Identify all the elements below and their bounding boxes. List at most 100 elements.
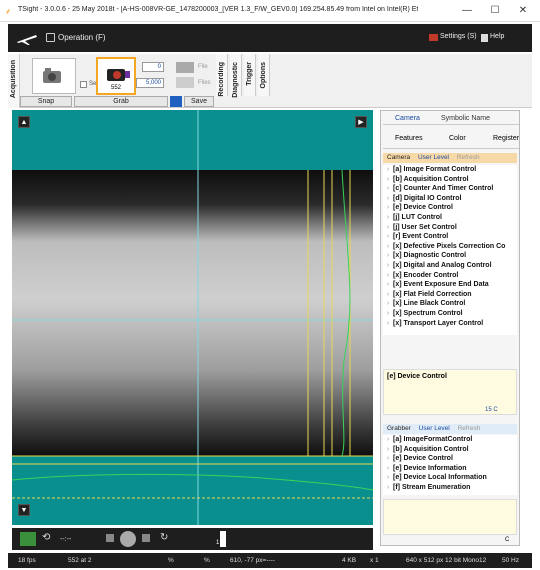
files-button[interactable] <box>176 77 194 88</box>
tree-item[interactable]: › [x] Event Exposure End Data <box>383 280 517 290</box>
user-level[interactable]: User Level <box>418 154 449 161</box>
window-title: TSight - 3.0.0.6 - 25 May 2018t - [A-HS-… <box>18 6 418 13</box>
save-button[interactable]: Save <box>184 96 214 107</box>
spin-top[interactable]: 0 <box>142 62 164 72</box>
grabber-user-level[interactable]: User Level <box>419 425 450 432</box>
tree-item[interactable]: › [x] Line Black Control <box>383 299 517 309</box>
tree-item[interactable]: › [x] Defective Pixels Correction Co <box>383 242 517 252</box>
file-label: File <box>198 64 208 70</box>
tree-item[interactable]: › [e] Device Local Information <box>383 473 517 483</box>
fps: 18 fps <box>18 557 36 564</box>
tree-item[interactable]: › [a] ImageFormatControl <box>383 435 517 445</box>
save-icon <box>170 96 182 107</box>
tree-item[interactable]: › [f] Stream Enumeration <box>383 483 517 493</box>
acquisition-toolbar: Acquisition Sec 552 0 5,000 File Files R… <box>8 54 532 108</box>
tree-item[interactable]: › [j] LUT Control <box>383 213 517 223</box>
tree-item[interactable]: › [b] Acquisition Control <box>383 175 517 185</box>
grabber-feature-tree: › [a] ImageFormatControl › [b] Acquisition… <box>383 435 517 495</box>
grabber-description-box <box>383 499 517 535</box>
settings-menu[interactable]: Settings (S) <box>440 33 477 40</box>
coords: 610, -77 px=---- <box>230 557 275 564</box>
operation-icon <box>46 33 55 42</box>
snap-button[interactable]: Snap <box>20 96 72 107</box>
slider-value: 1 <box>216 540 220 546</box>
tree-item[interactable]: › [d] Digital IO Control <box>383 194 517 204</box>
percent-1: % <box>168 557 174 564</box>
spin-bottom[interactable]: 5,000 <box>136 78 164 88</box>
tree-item[interactable]: › [x] Encoder Control <box>383 271 517 281</box>
tree-item[interactable]: › [e] Device Control <box>383 454 517 464</box>
tab-color[interactable]: Color <box>449 135 466 142</box>
bitrate: 4 KB <box>342 557 357 564</box>
tab-acquisition[interactable]: Acquisition <box>8 54 20 108</box>
grabber-refresh[interactable]: Refresh <box>458 425 481 432</box>
tree-item[interactable]: › [x] Transport Layer Control <box>383 319 517 329</box>
camera-red-icon <box>107 69 130 81</box>
grabber-footer: C <box>505 537 510 543</box>
symbolic-name-select[interactable]: Symbolic Name <box>441 115 490 122</box>
zoom: x 1 <box>370 557 379 564</box>
tab-features[interactable]: Features <box>395 135 423 142</box>
scroll-down-button[interactable]: ▼ <box>18 504 30 516</box>
tree-item[interactable]: › [c] Counter And Timer Control <box>383 184 517 194</box>
tree-item[interactable]: › [e] Device Information <box>383 464 517 474</box>
tree-item[interactable]: › [x] Flat Field Correction <box>383 290 517 300</box>
resolution: 640 x 512 px 12 bit Mono12 <box>406 557 487 564</box>
play-button[interactable] <box>120 531 136 547</box>
refresh-icon[interactable]: ↻ <box>160 532 168 543</box>
camera-icon <box>43 68 61 83</box>
snap-preview[interactable] <box>32 58 76 94</box>
grab-count: 552 <box>110 85 121 91</box>
tree-item[interactable]: › [x] Digital and Analog Control <box>383 261 517 271</box>
tab-trigger-label: Trigger <box>246 62 253 86</box>
time-display: --:-- <box>60 536 72 543</box>
operation-menu[interactable]: Operation (F) <box>58 33 106 42</box>
status-bar: 18 fps 552 at 2 % % 610, -77 px=---- 4 K… <box>8 553 532 568</box>
tab-diagnostic[interactable]: Diagnostic <box>230 54 242 98</box>
camera-header-label: Camera <box>387 154 411 161</box>
play-mode-icon[interactable] <box>20 532 36 546</box>
camera-feature-tree: › [a] Image Format Control › [b] Acquisiti… <box>383 165 517 335</box>
tab-diagnostic-label: Diagnostic <box>232 62 239 98</box>
grabber-header-label: Grabber <box>387 425 411 432</box>
tree-item[interactable]: › [j] User Set Control <box>383 223 517 233</box>
tab-acquisition-label: Acquisition <box>10 60 17 99</box>
tab-options-label: Options <box>260 62 267 89</box>
close-button[interactable]: ✕ <box>512 4 534 18</box>
grab-preview[interactable]: 552 <box>96 57 136 95</box>
refresh[interactable]: Refresh <box>457 154 480 161</box>
loop-icon[interactable]: ⟲ <box>42 532 50 543</box>
image-viewer[interactable]: ▲ ▶ ▼ <box>12 110 373 525</box>
tab-trigger[interactable]: Trigger <box>244 54 256 96</box>
grab-button[interactable]: Grab <box>74 96 168 107</box>
tree-item[interactable]: › [b] Acquisition Control <box>383 445 517 455</box>
tab-recording[interactable]: Recording <box>216 54 228 97</box>
help-menu[interactable]: Help <box>490 33 504 40</box>
minimize-button[interactable]: — <box>456 4 478 18</box>
maximize-button[interactable]: ☐ <box>484 4 506 18</box>
next-button[interactable] <box>142 534 150 542</box>
temp-value: 15 C <box>485 407 498 413</box>
tab-camera[interactable]: Camera <box>395 115 420 122</box>
tab-recording-label: Recording <box>218 62 225 97</box>
tree-item[interactable]: › [a] Image Format Control <box>383 165 517 175</box>
stop-button[interactable] <box>106 534 114 542</box>
camera-image <box>12 110 373 525</box>
playback-bar: ⟲ --:-- ↻ 1 <box>12 528 373 550</box>
tab-register[interactable]: Register <box>493 135 519 142</box>
tab-options[interactable]: Options <box>258 54 270 96</box>
settings-icon <box>429 34 438 41</box>
title-bar: ⸙ TSight - 3.0.0.6 - 25 May 2018t - [A-H… <box>0 0 540 22</box>
panel-tabs: Camera Symbolic Name <box>383 113 519 125</box>
tree-item[interactable]: › [x] Spectrum Control <box>383 309 517 319</box>
tree-item[interactable]: › [e] Device Control <box>383 203 517 213</box>
tree-item[interactable]: › [r] Event Control <box>383 232 517 242</box>
feature-tabs: Features Color Register <box>383 127 519 149</box>
expand-right-button[interactable]: ▶ <box>355 116 367 128</box>
sec-checkbox[interactable] <box>80 81 87 88</box>
frame-slider[interactable] <box>220 531 226 547</box>
file-button[interactable] <box>176 62 194 73</box>
airplane-logo-icon <box>17 35 37 45</box>
scroll-up-button[interactable]: ▲ <box>18 116 30 128</box>
tree-item[interactable]: › [x] Diagnostic Control <box>383 251 517 261</box>
